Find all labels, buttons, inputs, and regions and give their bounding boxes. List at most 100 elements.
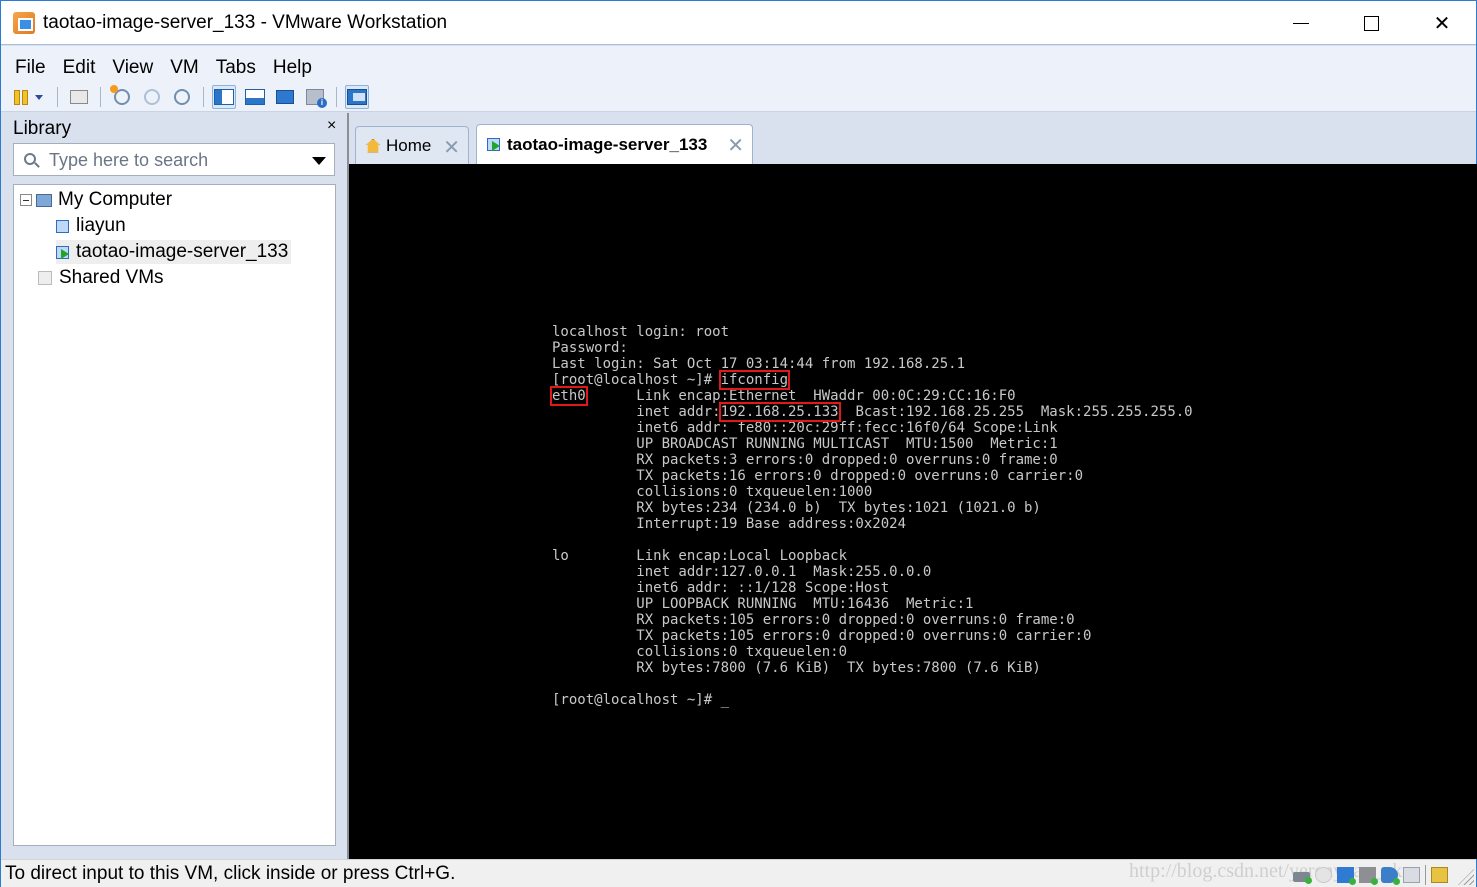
terminal-output: localhost login: root Password: Last login… xyxy=(550,324,1193,708)
tab-label: Home xyxy=(386,135,432,155)
tab-close-icon[interactable]: ✕ xyxy=(443,135,460,160)
collapse-icon[interactable] xyxy=(20,194,32,206)
pause-icon xyxy=(14,89,28,105)
terminal-line: TX packets:105 errors:0 dropped:0 overru… xyxy=(552,628,1092,644)
library-panel: Library × My Computer liayun taotao-imag… xyxy=(1,113,347,859)
console-view-icon xyxy=(347,89,367,105)
unity-button[interactable] xyxy=(303,85,327,109)
terminal-line: collisions:0 txqueuelen:1000 xyxy=(552,484,873,500)
computer-icon xyxy=(36,193,52,207)
sound-icon[interactable] xyxy=(1381,867,1400,885)
console-view-button[interactable] xyxy=(345,85,369,109)
vm-icon xyxy=(56,219,69,233)
terminal-line: RX packets:105 errors:0 dropped:0 overru… xyxy=(552,612,1075,628)
tab-home[interactable]: Home ✕ xyxy=(355,126,469,164)
hard-disk-icon[interactable] xyxy=(1293,872,1312,884)
send-ctrl-alt-del-button[interactable] xyxy=(67,85,91,109)
full-screen-button[interactable] xyxy=(273,85,297,109)
printer-icon[interactable] xyxy=(1359,867,1378,885)
chevron-down-icon xyxy=(35,94,43,100)
show-thumbnail-bar-button[interactable] xyxy=(243,85,267,109)
terminal-line: inet addr:127.0.0.1 Mask:255.0.0.0 xyxy=(552,564,932,580)
vm-console[interactable]: localhost login: root Password: Last login… xyxy=(349,164,1477,859)
terminal-line: inet6 addr: ::1/128 Scope:Host xyxy=(552,580,890,596)
search-icon xyxy=(24,153,36,165)
resize-grip[interactable] xyxy=(1458,869,1474,885)
terminal-line: Interrupt:19 Base address:0x2024 xyxy=(552,516,907,532)
menu-help[interactable]: Help xyxy=(273,57,312,82)
library-search-input[interactable] xyxy=(49,148,299,172)
menu-vm[interactable]: VM xyxy=(170,57,199,82)
menu-edit[interactable]: Edit xyxy=(63,57,96,82)
terminal-line: RX bytes:7800 (7.6 KiB) TX bytes:7800 (7… xyxy=(552,660,1041,676)
cd-icon[interactable] xyxy=(1315,867,1332,883)
tree-item-label: Shared VMs xyxy=(59,267,164,288)
library-panel-icon xyxy=(214,89,234,105)
minimize-button[interactable] xyxy=(1278,1,1324,45)
maximize-button[interactable] xyxy=(1348,1,1394,45)
title-bar: taotao-image-server_133 - VMware Worksta… xyxy=(1,1,1476,45)
toolbar-divider xyxy=(100,87,101,107)
tree-item-label: taotao-image-server_133 xyxy=(76,241,289,262)
menu-view[interactable]: View xyxy=(112,57,153,82)
shared-vms-icon xyxy=(38,271,52,285)
tree-item-my-computer[interactable]: My Computer xyxy=(20,188,172,212)
tab-close-icon[interactable]: ✕ xyxy=(727,133,744,158)
content-area: Home ✕ taotao-image-server_133 ✕ localho… xyxy=(347,113,1477,859)
snapshot-take-icon xyxy=(110,85,130,105)
terminal-line: Last login: Sat Oct 17 03:14:44 from 192… xyxy=(552,356,966,372)
message-log-icon[interactable] xyxy=(1431,867,1448,883)
vm-running-icon xyxy=(487,138,500,151)
library-title: Library xyxy=(13,118,72,139)
status-message: To direct input to this VM, click inside… xyxy=(5,863,456,884)
menu-tabs[interactable]: Tabs xyxy=(216,57,256,82)
vmware-window: taotao-image-server_133 - VMware Worksta… xyxy=(0,0,1477,887)
home-icon xyxy=(366,138,380,153)
tree-item-label: My Computer xyxy=(58,189,173,210)
terminal-line: RX bytes:234 (234.0 b) TX bytes:1021 (10… xyxy=(552,500,1041,516)
minimize-icon xyxy=(1293,22,1309,24)
device-icons xyxy=(1293,865,1448,885)
terminal-line: eth0 Link encap:Ethernet HWaddr 00:0C:29… xyxy=(550,386,1016,406)
unity-icon xyxy=(306,89,327,108)
show-library-button[interactable] xyxy=(212,85,236,109)
toolbar xyxy=(1,82,1476,112)
terminal-line: [root@localhost ~]# ifconfig xyxy=(552,370,791,390)
tab-label: taotao-image-server_133 xyxy=(507,134,708,154)
terminal-line: TX packets:16 errors:0 dropped:0 overrun… xyxy=(552,468,1084,484)
snapshot-manager-icon xyxy=(174,89,190,105)
network-adapter-icon[interactable] xyxy=(1337,867,1356,885)
power-dropdown-button[interactable] xyxy=(31,85,47,109)
terminal-line: lo Link encap:Local Loopback xyxy=(552,548,848,564)
close-icon: ✕ xyxy=(1433,12,1451,35)
revert-snapshot-button[interactable] xyxy=(140,85,164,109)
close-button[interactable]: ✕ xyxy=(1419,1,1465,45)
toolbar-divider xyxy=(57,87,58,107)
library-search xyxy=(13,143,335,176)
search-dropdown-icon[interactable] xyxy=(312,157,326,165)
take-snapshot-button[interactable] xyxy=(110,85,134,109)
thumbnail-bar-icon xyxy=(245,89,265,105)
menu-bar: File Edit View VM Tabs Help xyxy=(1,46,1476,82)
menu-file[interactable]: File xyxy=(15,57,46,82)
tree-item-label: liayun xyxy=(76,215,126,236)
power-pause-button[interactable] xyxy=(9,85,33,109)
tree-item-liayun[interactable]: liayun xyxy=(56,214,126,238)
highlight-box: ifconfig xyxy=(718,370,791,390)
display-icon[interactable] xyxy=(1403,867,1420,883)
tree-item-shared-vms[interactable]: Shared VMs xyxy=(38,266,164,290)
toolbar-divider xyxy=(203,87,204,107)
status-bar: To direct input to this VM, click inside… xyxy=(1,859,1476,887)
tree-item-taotao-image-server[interactable]: taotao-image-server_133 xyxy=(56,240,292,264)
toolbar-divider xyxy=(336,87,337,107)
maximize-icon xyxy=(1363,15,1379,31)
vm-running-icon xyxy=(56,245,69,259)
terminal-line: localhost login: root xyxy=(552,324,730,340)
library-close-button[interactable]: × xyxy=(327,117,336,135)
fullscreen-icon xyxy=(276,90,294,104)
terminal-line: inet6 addr: fe80::20c:29ff:fecc:16f0/64 … xyxy=(552,420,1058,436)
tab-taotao-image-server[interactable]: taotao-image-server_133 ✕ xyxy=(476,124,753,164)
snapshot-manager-button[interactable] xyxy=(170,85,194,109)
